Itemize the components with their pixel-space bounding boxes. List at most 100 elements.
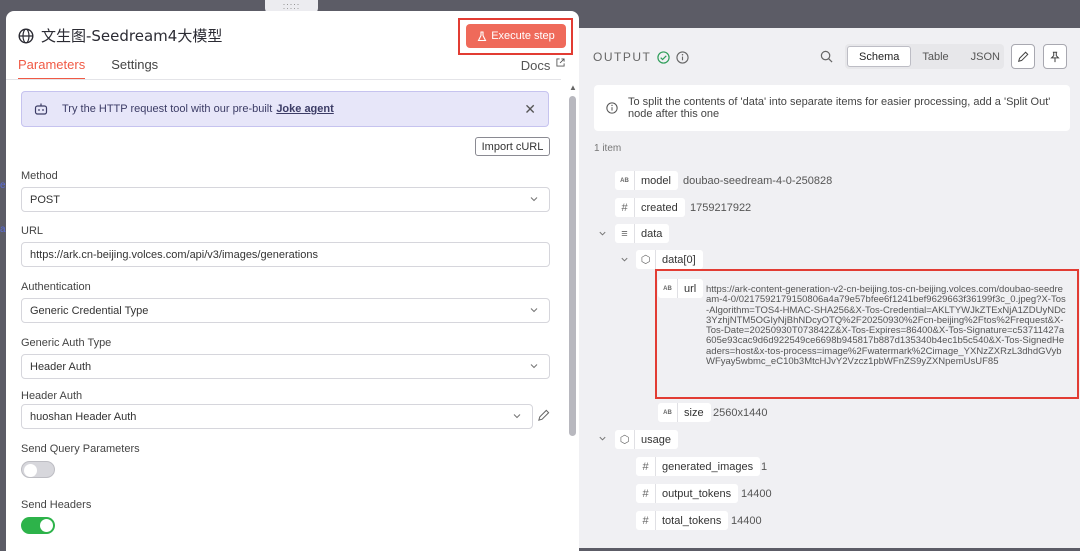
header-auth-select[interactable]: huoshan Header Auth <box>21 404 533 429</box>
view-table-button[interactable]: Table <box>911 46 959 67</box>
robot-icon <box>34 103 48 115</box>
joke-agent-link[interactable]: Joke agent <box>276 103 333 115</box>
schema-key-data[interactable]: ≡ data <box>615 224 670 243</box>
view-json-button[interactable]: JSON <box>960 46 1011 67</box>
url-label: URL <box>21 225 44 237</box>
tab-bar: Parameters Settings <box>18 57 158 80</box>
split-out-hint: To split the contents of 'data' into sep… <box>594 85 1070 131</box>
generic-auth-type-label: Generic Auth Type <box>21 337 112 349</box>
import-curl-button[interactable]: Import cURL <box>475 137 550 156</box>
search-icon[interactable] <box>820 50 833 63</box>
docs-link[interactable]: Docs <box>521 58 565 73</box>
number-type-icon: # <box>636 457 656 476</box>
scroll-up-arrow[interactable]: ▲ <box>569 83 577 92</box>
chevron-down-icon[interactable] <box>598 434 607 443</box>
pin-icon <box>1050 51 1060 62</box>
node-title: 文生图-Seedream4大模型 <box>41 27 223 45</box>
key-label: generated_images <box>662 460 754 473</box>
number-type-icon: # <box>636 484 656 503</box>
notice-text: Try the HTTP request tool with our pre-b… <box>62 103 273 115</box>
size-value: 2560x1440 <box>713 407 768 419</box>
pin-output-button[interactable] <box>1043 44 1067 69</box>
key-label: size <box>684 406 704 419</box>
total-tokens-value: 14400 <box>731 515 762 527</box>
key-label: output_tokens <box>662 487 732 500</box>
pencil-icon[interactable] <box>537 409 550 422</box>
chevron-down-icon <box>513 414 521 419</box>
string-type-icon: AB <box>658 403 678 422</box>
schema-key-total-tokens[interactable]: # total_tokens <box>636 511 729 530</box>
chevron-down-icon[interactable] <box>598 229 607 238</box>
key-label: created <box>641 201 678 214</box>
object-type-icon: ⬡ <box>615 430 635 449</box>
url-input[interactable]: https://ark.cn-beijing.volces.com/api/v3… <box>21 242 550 267</box>
key-label: total_tokens <box>662 514 722 527</box>
url-highlight-box <box>655 269 1079 399</box>
http-tool-notice: Try the HTTP request tool with our pre-b… <box>21 91 549 127</box>
pencil-icon <box>1017 51 1029 62</box>
send-query-label: Send Query Parameters <box>21 443 140 455</box>
docs-label: Docs <box>520 58 551 73</box>
generic-auth-type-select[interactable]: Header Auth <box>21 354 550 379</box>
parameters-panel: 文生图-Seedream4大模型 Parameters Settings Doc… <box>6 11 579 551</box>
external-link-icon <box>556 58 565 67</box>
tab-parameters[interactable]: Parameters <box>18 57 86 80</box>
generated-images-value: 1 <box>761 461 768 473</box>
canvas-edge-fragment: ea <box>0 180 6 235</box>
method-value: POST <box>30 193 60 206</box>
list-type-icon: ≡ <box>615 224 635 243</box>
edit-output-button[interactable] <box>1011 44 1035 69</box>
authentication-select[interactable]: Generic Credential Type <box>21 298 550 323</box>
toggle-knob <box>24 464 37 477</box>
schema-key-generated-images[interactable]: # generated_images <box>636 457 761 476</box>
number-type-icon: # <box>636 511 656 530</box>
info-icon <box>606 102 618 114</box>
key-label: usage <box>641 433 671 446</box>
url-value: https://ark.cn-beijing.volces.com/api/v3… <box>30 248 318 261</box>
tabs-divider <box>6 79 561 80</box>
schema-key-created[interactable]: # created <box>615 198 685 217</box>
authentication-label: Authentication <box>21 281 91 293</box>
execute-highlight-box <box>458 18 573 55</box>
chevron-down-icon[interactable] <box>620 255 629 264</box>
object-type-icon: ⬡ <box>636 250 656 269</box>
view-schema-button[interactable]: Schema <box>847 46 912 67</box>
canvas-strip <box>578 0 1080 28</box>
item-count: 1 item <box>594 143 622 154</box>
scrollbar-thumb[interactable] <box>569 96 576 436</box>
send-headers-toggle[interactable] <box>21 517 55 534</box>
output-title: OUTPUT <box>593 50 652 64</box>
chevron-down-icon <box>530 308 538 313</box>
node-title-row: 文生图-Seedream4大模型 <box>18 25 222 46</box>
authentication-value: Generic Credential Type <box>30 304 149 317</box>
globe-icon <box>18 27 34 44</box>
split-out-hint-text: To split the contents of 'data' into sep… <box>628 96 1051 120</box>
check-circle-icon <box>657 50 671 64</box>
method-select[interactable]: POST <box>21 187 550 212</box>
key-label: data <box>641 227 663 240</box>
schema-key-output-tokens[interactable]: # output_tokens <box>636 484 739 503</box>
send-headers-label: Send Headers <box>21 499 92 511</box>
chevron-down-icon <box>530 197 538 202</box>
created-value: 1759217922 <box>690 202 752 214</box>
schema-key-usage[interactable]: ⬡ usage <box>615 430 678 449</box>
output-tokens-value: 14400 <box>741 488 772 500</box>
send-query-toggle[interactable] <box>21 461 55 478</box>
key-label: model <box>641 174 671 187</box>
schema-key-model[interactable]: AB model <box>615 171 678 190</box>
output-view-switcher: Schema Table JSON <box>845 44 1004 69</box>
info-icon[interactable] <box>676 50 689 64</box>
toggle-knob <box>40 519 53 532</box>
model-value: doubao-seedream-4-0-250828 <box>683 175 833 187</box>
schema-key-size[interactable]: AB size <box>658 403 711 422</box>
close-icon[interactable]: ✕ <box>524 101 536 118</box>
tab-settings[interactable]: Settings <box>111 57 158 80</box>
output-header: OUTPUT <box>593 50 689 64</box>
chevron-down-icon <box>530 364 538 369</box>
header-auth-value: huoshan Header Auth <box>30 410 137 423</box>
header-auth-label: Header Auth <box>21 390 83 402</box>
key-label: data[0] <box>662 253 696 266</box>
number-type-icon: # <box>615 198 635 217</box>
schema-key-data-0[interactable]: ⬡ data[0] <box>636 250 703 269</box>
method-label: Method <box>21 170 58 182</box>
